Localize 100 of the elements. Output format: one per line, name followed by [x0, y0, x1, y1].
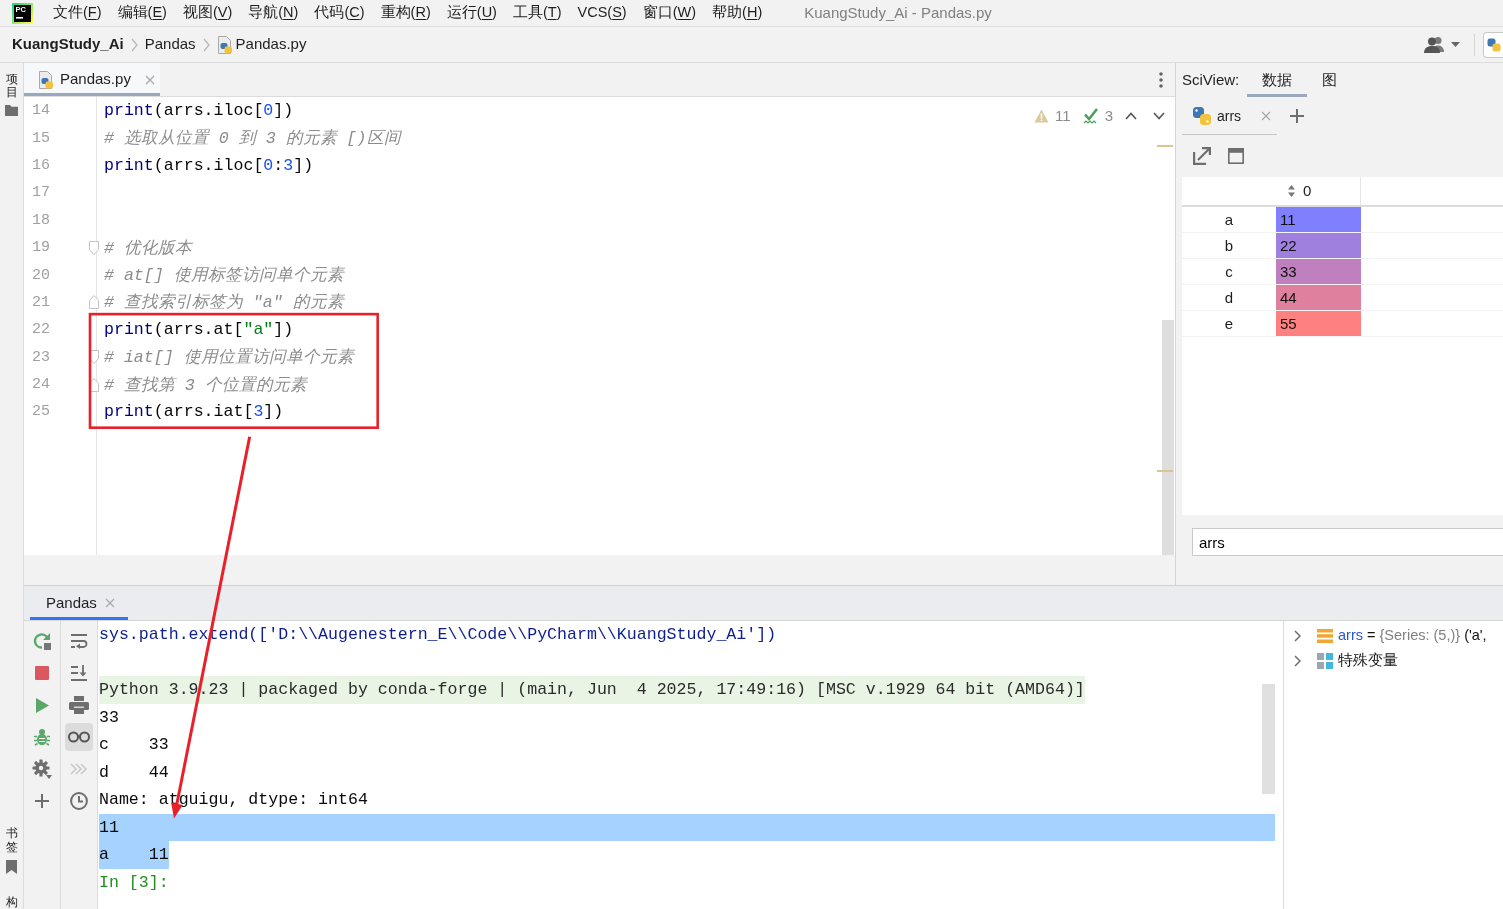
- code-line: print(arrs.iloc[0]): [104, 101, 294, 121]
- fold-marker-icon[interactable]: [89, 377, 99, 392]
- glasses-icon: [68, 731, 90, 743]
- row-label: d: [1223, 288, 1235, 308]
- settings-icon[interactable]: [32, 759, 52, 779]
- breadcrumb-item[interactable]: Pandas.py: [216, 33, 307, 56]
- table-cell: 33: [1276, 259, 1361, 284]
- rerun-icon[interactable]: [33, 632, 51, 650]
- code-line: print(arrs.iat[3]): [104, 402, 284, 422]
- add-icon[interactable]: [1290, 109, 1304, 123]
- triple-chevron-icon: [70, 763, 88, 775]
- breadcrumb-item[interactable]: Pandas: [144, 33, 196, 56]
- folder-icon: [5, 105, 18, 117]
- line-number: 18: [31, 211, 50, 229]
- chevron-down-icon[interactable]: [1153, 112, 1165, 121]
- window-icon[interactable]: [1228, 148, 1244, 164]
- line-number: 22: [31, 321, 50, 339]
- sciview-tab[interactable]: 图: [1307, 63, 1353, 97]
- breadcrumb-item[interactable]: KuangStudy_Ai: [12, 33, 124, 56]
- row-label: b: [1223, 236, 1235, 256]
- variable-text[interactable]: 特殊变量: [1338, 649, 1398, 672]
- run-icon[interactable]: [35, 697, 49, 713]
- tool-window-button[interactable]: 项目: [5, 73, 18, 117]
- table-cell: 44: [1276, 285, 1361, 310]
- stack-icon: [1317, 628, 1333, 643]
- menu-item[interactable]: 视图(V): [182, 2, 233, 24]
- window-title: KuangStudy_Ai - Pandas.py: [804, 2, 992, 23]
- chevron-right-icon[interactable]: [1294, 654, 1301, 667]
- breadcrumb-separator-icon: [202, 37, 210, 52]
- line-number: 16: [31, 156, 50, 174]
- bookmark-icon: [6, 859, 17, 874]
- console-tab[interactable]: Pandas: [30, 586, 128, 620]
- menu-item[interactable]: 运行(U): [446, 2, 497, 24]
- menu-item[interactable]: 文件(F): [53, 2, 102, 24]
- scroll-to-end-icon: [70, 664, 88, 682]
- sort-icon: [1288, 185, 1295, 197]
- fold-marker-icon[interactable]: [89, 350, 99, 365]
- line-number: 21: [31, 293, 50, 311]
- python-icon: [1487, 37, 1501, 52]
- column-header[interactable]: 0: [1276, 177, 1361, 205]
- data-tab[interactable]: arrs: [1182, 97, 1277, 135]
- code-line: # 优化版本: [104, 238, 192, 258]
- menu-item[interactable]: VCS(S): [577, 2, 627, 24]
- chevron-up-icon[interactable]: [1125, 112, 1137, 121]
- menu-item[interactable]: 窗口(W): [642, 2, 697, 24]
- breadcrumb-separator-icon: [130, 37, 138, 52]
- glasses-toggle-button[interactable]: [65, 723, 93, 751]
- console-output-line: 33: [99, 706, 119, 729]
- scrollbar-thumb[interactable]: [1262, 684, 1275, 794]
- table-cell: 55: [1276, 311, 1361, 336]
- console-output-line: d 44: [99, 761, 169, 784]
- line-number: 17: [31, 184, 50, 202]
- scrollbar-thumb[interactable]: [1162, 320, 1174, 555]
- fold-marker-icon[interactable]: [89, 295, 99, 310]
- row-label: e: [1223, 314, 1235, 334]
- tool-window-button[interactable]: 构: [5, 895, 18, 909]
- code-line: # iat[] 使用位置访问单个元素: [104, 348, 354, 368]
- line-number: 20: [31, 266, 50, 284]
- run-config-selector[interactable]: [1483, 31, 1503, 58]
- editor-tab[interactable]: Pandas.py: [24, 63, 160, 96]
- sciview-tab[interactable]: 数据: [1247, 63, 1308, 97]
- menu-item[interactable]: 代码(C): [314, 2, 365, 24]
- clock-icon: [70, 792, 88, 810]
- python-file-icon: [216, 35, 233, 54]
- menu-item[interactable]: 导航(N): [248, 2, 299, 24]
- code-line: # 查找索引标签为 "a" 的元素: [104, 293, 344, 313]
- console-prompt: In [3]:: [99, 871, 169, 894]
- chevron-right-icon[interactable]: [1294, 629, 1301, 642]
- filter-field[interactable]: arrs: [1192, 528, 1503, 556]
- code-line: print(arrs.at["a"]): [104, 320, 294, 340]
- code-line: # 选取从位置 0 到 3 的元素 [)区间: [104, 129, 401, 149]
- table-cell: 22: [1276, 233, 1361, 258]
- variable-text[interactable]: arrs = {Series: (5,)} ('a',: [1338, 624, 1487, 647]
- row-label: c: [1224, 262, 1234, 282]
- warning-count: 11: [1055, 106, 1071, 126]
- code-line: # 查找第 3 个位置的元素: [104, 375, 307, 395]
- typo-check-icon[interactable]: [1082, 108, 1099, 125]
- panel-title: SciView:: [1182, 69, 1240, 90]
- more-options-icon[interactable]: [1159, 71, 1163, 88]
- caret-icon[interactable]: [1451, 42, 1460, 47]
- user-icon[interactable]: [1424, 36, 1446, 53]
- code-line: # at[] 使用标签访问单个元素: [104, 266, 344, 286]
- row-label: a: [1223, 210, 1235, 230]
- open-external-icon[interactable]: [1193, 147, 1211, 165]
- line-number: 19: [31, 239, 50, 257]
- tool-window-button[interactable]: 书签: [5, 827, 18, 874]
- code-line: print(arrs.iloc[0:3]): [104, 155, 314, 175]
- add-icon[interactable]: [35, 794, 49, 808]
- fold-marker-icon[interactable]: [89, 240, 99, 255]
- debug-icon[interactable]: [34, 728, 50, 746]
- console-output-line: c 33: [99, 734, 169, 756]
- menu-item[interactable]: 工具(T): [512, 2, 562, 24]
- line-number: 25: [31, 403, 50, 421]
- printer-icon: [69, 696, 89, 714]
- menu-item[interactable]: 重构(R): [380, 2, 431, 24]
- table-cell: 11: [1276, 207, 1361, 232]
- line-number: 24: [31, 376, 50, 394]
- typo-count: 3: [1104, 106, 1113, 126]
- menu-item[interactable]: 编辑(E): [117, 2, 167, 24]
- menu-item[interactable]: 帮助(H): [712, 2, 763, 24]
